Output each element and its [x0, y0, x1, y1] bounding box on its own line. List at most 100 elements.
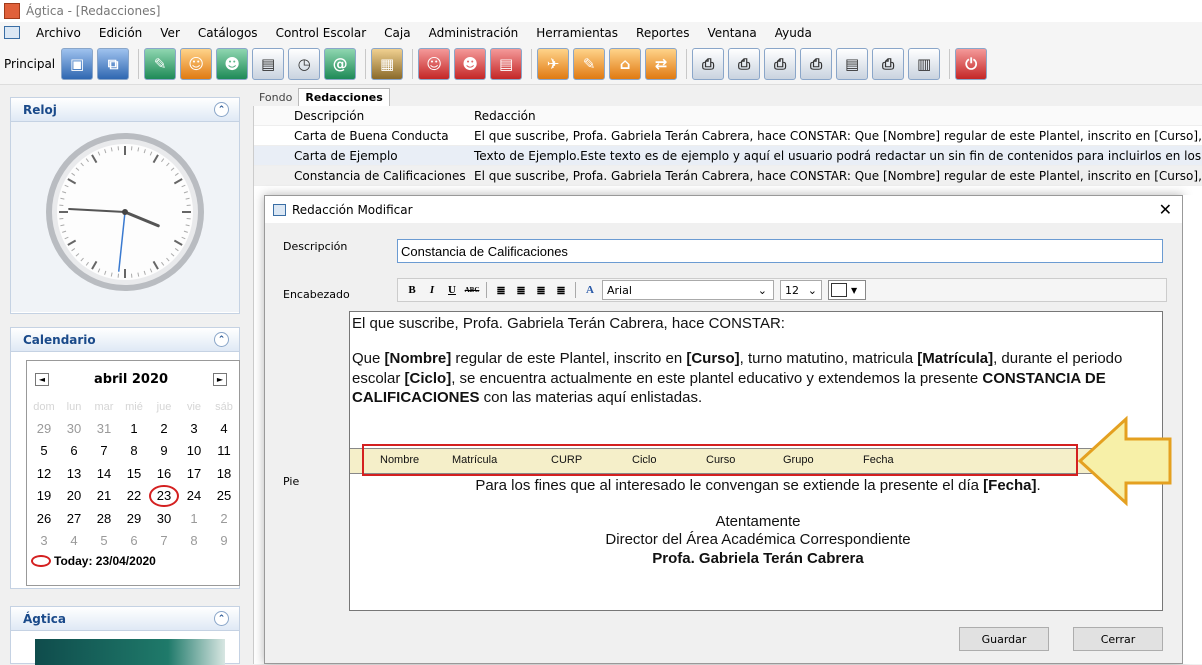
tab-redacciones[interactable]: Redacciones [298, 88, 389, 106]
menu-ventana[interactable]: Ventana [698, 26, 765, 40]
exit-icon[interactable]: ⏻ [955, 48, 987, 80]
report-icon[interactable]: ▥ [908, 48, 940, 80]
menu-reportes[interactable]: Reportes [627, 26, 698, 40]
id-card-icon[interactable]: ▤ [490, 48, 522, 80]
mdi-window-icon[interactable] [4, 26, 20, 39]
calendar-month-label[interactable]: abril 2020 [94, 372, 168, 387]
calendar-day[interactable]: 1 [179, 507, 209, 530]
menu-edicion[interactable]: Edición [90, 26, 151, 40]
align-left-icon[interactable]: ≣ [491, 281, 511, 299]
calendar-day[interactable]: 19 [29, 485, 59, 508]
calendar-day[interactable]: 24 [179, 485, 209, 508]
column-header-redaccion[interactable]: Redacción [468, 109, 536, 123]
field-grupo[interactable]: Grupo [783, 454, 863, 466]
menu-administracion[interactable]: Administración [420, 26, 528, 40]
tools-icon[interactable]: ✈ [537, 48, 569, 80]
save-button[interactable]: Guardar [959, 627, 1049, 651]
calendar-day[interactable]: 7 [149, 530, 179, 553]
calendar-day[interactable]: 4 [209, 417, 239, 440]
calendar-day[interactable]: 14 [89, 462, 119, 485]
calendar-day[interactable]: 26 [29, 507, 59, 530]
field-ciclo[interactable]: Ciclo [632, 454, 706, 466]
underline-button[interactable]: U [442, 281, 462, 299]
menu-archivo[interactable]: Archivo [27, 26, 90, 40]
menu-catalogos[interactable]: Catálogos [189, 26, 267, 40]
clock-icon[interactable]: ◷ [288, 48, 320, 80]
calendar-day[interactable]: 4 [59, 530, 89, 553]
print-edit-icon[interactable]: ⎙ [728, 48, 760, 80]
calendar-day[interactable]: 30 [59, 417, 89, 440]
collapse-icon[interactable]: ⌃ [214, 102, 229, 117]
notes-icon[interactable]: ✎ [573, 48, 605, 80]
calendar-day[interactable]: 5 [89, 530, 119, 553]
calendar-day-selected[interactable]: 23 [149, 485, 179, 508]
calendar-day[interactable]: 9 [209, 530, 239, 553]
print-doc-icon[interactable]: ⎙ [800, 48, 832, 80]
calendar-day[interactable]: 5 [29, 440, 59, 463]
calendar-day[interactable]: 30 [149, 507, 179, 530]
calendar-day[interactable]: 25 [209, 485, 239, 508]
field-matricula[interactable]: Matrícula [452, 454, 551, 466]
register-icon[interactable]: ▦ [371, 48, 403, 80]
menu-herramientas[interactable]: Herramientas [527, 26, 627, 40]
calendar-day[interactable]: 3 [179, 417, 209, 440]
computer-icon[interactable]: ▣ [61, 48, 93, 80]
today-link[interactable]: Today: 23/04/2020 [27, 554, 239, 568]
collapse-icon[interactable]: ⌃ [214, 611, 229, 626]
calendar-day[interactable]: 20 [59, 485, 89, 508]
calendar-day[interactable]: 22 [119, 485, 149, 508]
calendar-day[interactable]: 2 [209, 507, 239, 530]
column-header-descripcion[interactable]: Descripción [284, 109, 468, 123]
print-report-icon[interactable]: ⎙ [872, 48, 904, 80]
border-color-picker[interactable]: ▼ [828, 280, 866, 300]
calendar-day[interactable]: 16 [149, 462, 179, 485]
field-curso[interactable]: Curso [706, 454, 783, 466]
font-family-select[interactable]: Arial ⌄ [602, 280, 774, 300]
font-size-select[interactable]: 12 ⌄ [780, 280, 822, 300]
align-right-icon[interactable]: ≣ [531, 281, 551, 299]
font-color-icon[interactable]: A [580, 281, 600, 299]
calendar-day[interactable]: 8 [119, 440, 149, 463]
table-row[interactable]: Constancia de Calificaciones El que susc… [254, 166, 1202, 186]
calendar-day[interactable]: 17 [179, 462, 209, 485]
calendar-day[interactable]: 6 [59, 440, 89, 463]
print-icon[interactable]: ⎙ [692, 48, 724, 80]
prev-month-button[interactable]: ◄ [35, 373, 49, 386]
calendar-day[interactable]: 2 [149, 417, 179, 440]
field-curp[interactable]: CURP [551, 454, 632, 466]
menu-ver[interactable]: Ver [151, 26, 189, 40]
calendar-day[interactable]: 18 [209, 462, 239, 485]
calendar-day[interactable]: 27 [59, 507, 89, 530]
strikethrough-button[interactable]: ABC [462, 281, 482, 299]
at-icon[interactable]: @ [324, 48, 356, 80]
document-icon[interactable]: ▤ [836, 48, 868, 80]
home-icon[interactable]: ⌂ [609, 48, 641, 80]
edit-icon[interactable]: ✎ [144, 48, 176, 80]
close-icon[interactable]: ✕ [1159, 200, 1172, 219]
table-row[interactable]: Carta de Ejemplo Texto de Ejemplo.Este t… [254, 146, 1202, 166]
calendar-day[interactable]: 15 [119, 462, 149, 485]
calendar-day[interactable]: 3 [29, 530, 59, 553]
menu-caja[interactable]: Caja [375, 26, 419, 40]
calendar-day[interactable]: 7 [89, 440, 119, 463]
next-month-button[interactable]: ► [213, 373, 227, 386]
users-icon[interactable]: ☻ [216, 48, 248, 80]
calendar-day[interactable]: 9 [149, 440, 179, 463]
group-icon[interactable]: ☺ [180, 48, 212, 80]
print-list-icon[interactable]: ⎙ [764, 48, 796, 80]
bold-button[interactable]: B [402, 281, 422, 299]
field-fecha[interactable]: Fecha [863, 454, 894, 466]
close-button[interactable]: Cerrar [1073, 627, 1163, 651]
network-icon[interactable]: ⧉ [97, 48, 129, 80]
calendar-day[interactable]: 11 [209, 440, 239, 463]
people-icon[interactable]: ☺ [418, 48, 450, 80]
calendar-day[interactable]: 31 [89, 417, 119, 440]
calendar-day[interactable]: 10 [179, 440, 209, 463]
tab-fondo[interactable]: Fondo [253, 89, 298, 106]
people-search-icon[interactable]: ☻ [454, 48, 486, 80]
calendar-day[interactable]: 12 [29, 462, 59, 485]
calendar-day[interactable]: 8 [179, 530, 209, 553]
menu-ayuda[interactable]: Ayuda [766, 26, 821, 40]
calendar-day[interactable]: 29 [119, 507, 149, 530]
calendar-day[interactable]: 6 [119, 530, 149, 553]
